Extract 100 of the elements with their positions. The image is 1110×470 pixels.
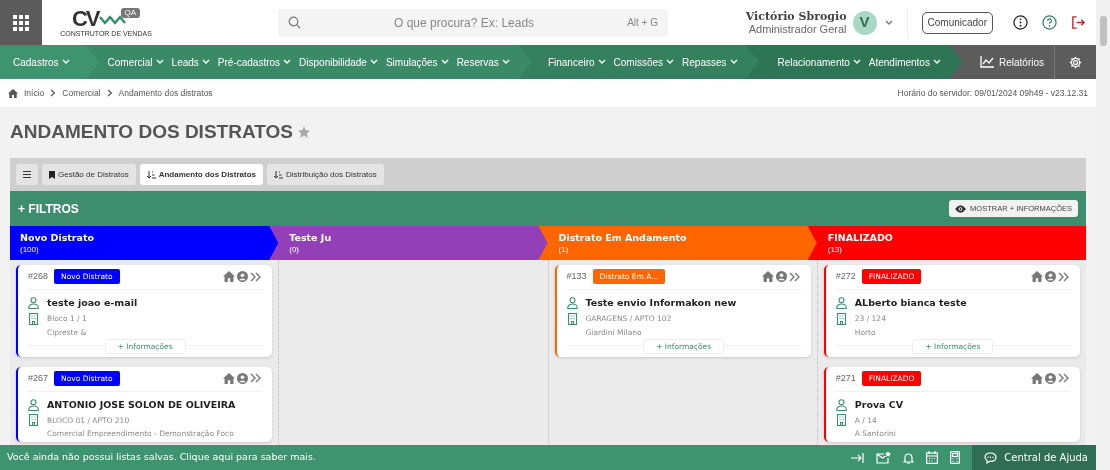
- column-count: (100): [20, 244, 40, 256]
- search-field[interactable]: O que procura? Ex: Leads Alt + G: [278, 8, 668, 37]
- search-icon: [288, 16, 301, 29]
- eye-icon: [955, 204, 967, 213]
- nav-menu-item[interactable]: Relacionamento: [777, 54, 861, 70]
- calculator-icon[interactable]: [950, 451, 961, 464]
- reports-link[interactable]: Relatórios: [969, 54, 1054, 70]
- building-icon: [28, 414, 39, 427]
- person-icon: [28, 297, 39, 310]
- chevron-down-icon: [852, 59, 861, 65]
- nav-menu-item[interactable]: Financeiro: [547, 54, 606, 70]
- double-chevron-icon[interactable]: [788, 271, 801, 282]
- tab[interactable]: Andamento dos Distratos: [139, 164, 264, 185]
- nav-menu-item[interactable]: Simulações: [385, 54, 449, 70]
- tab[interactable]: Gestão de Distratos: [42, 164, 136, 185]
- logo-text: CV: [71, 7, 99, 30]
- chevron-down-icon: [666, 59, 675, 65]
- nav-menu-item[interactable]: Pré-cadastros: [217, 54, 292, 70]
- breadcrumb-link[interactable]: Comercial: [62, 86, 101, 100]
- saved-lists-message[interactable]: Você ainda não possui listas salvas. Clique aqui para saber mais.: [0, 450, 316, 465]
- communicator-button[interactable]: Comunicador: [921, 11, 993, 34]
- arrow-to-line-icon[interactable]: [851, 452, 865, 463]
- settings-icon[interactable]: [1069, 55, 1082, 69]
- nav-menu-item[interactable]: Repasses: [682, 54, 738, 70]
- building-icon: [28, 312, 39, 325]
- nav-menu-item[interactable]: Leads: [171, 54, 210, 70]
- person-icon: [566, 297, 578, 310]
- chat-icon: [984, 451, 998, 464]
- column-count: (13): [827, 244, 843, 256]
- home-icon[interactable]: [1031, 372, 1043, 384]
- user-circle-icon[interactable]: [237, 271, 249, 283]
- card-number: #272: [835, 269, 856, 283]
- double-chevron-icon[interactable]: [1058, 271, 1070, 282]
- user-name: Victório Sbrogio: [745, 9, 847, 23]
- chevron-down-icon: [283, 59, 292, 65]
- filters-toggle[interactable]: + FILTROS: [18, 199, 79, 218]
- column-title: Novo Distrato: [20, 232, 95, 244]
- client-name: ANTONIO JOSE SOLON DE OLIVEIRA: [47, 398, 236, 412]
- column-count: (1): [558, 244, 570, 256]
- sort-icon: [146, 170, 156, 179]
- chevron-down-icon: [61, 59, 70, 65]
- shortcut-hint: Alt + G: [627, 16, 658, 30]
- user-role: Administrador Geral: [747, 22, 847, 36]
- info-icon[interactable]: [1013, 15, 1028, 30]
- home-icon: [8, 88, 18, 98]
- bell-icon[interactable]: [903, 451, 915, 464]
- mail-star-icon[interactable]: [876, 451, 892, 464]
- column-title: Teste Ju: [289, 232, 333, 244]
- card-number: #267: [28, 371, 49, 385]
- double-chevron-icon[interactable]: [250, 373, 263, 384]
- server-time: Horário do servidor: 09/01/2024 09h49 - v23.12.31: [897, 86, 1088, 100]
- client-name: ALberto bianca teste: [854, 296, 967, 311]
- tab[interactable]: Distribuição dos Distratos: [267, 164, 384, 185]
- home-icon[interactable]: [1031, 271, 1043, 283]
- calendar-icon[interactable]: [926, 451, 939, 464]
- nav-menu-item[interactable]: Comercial: [107, 54, 164, 70]
- card-number: #133: [566, 269, 587, 283]
- chevron-right-icon: [106, 89, 113, 97]
- logout-icon[interactable]: [1071, 15, 1086, 30]
- chevron-down-icon: [884, 19, 893, 26]
- user-circle-icon[interactable]: [237, 372, 249, 384]
- menu-button[interactable]: [16, 164, 38, 185]
- card-number: #268: [28, 269, 49, 283]
- breadcrumb-link[interactable]: Andamento dos distratos: [118, 86, 213, 100]
- chevron-right-icon: [50, 89, 57, 97]
- breadcrumb-link[interactable]: Início: [24, 86, 45, 100]
- person-icon: [835, 399, 847, 412]
- client-name: teste joao e-mail: [47, 296, 138, 311]
- search-input[interactable]: O que procura? Ex: Leads: [301, 8, 628, 37]
- double-chevron-icon[interactable]: [1058, 373, 1070, 384]
- chevron-down-icon: [369, 59, 378, 65]
- client-name: Prova CV: [854, 398, 904, 412]
- person-icon: [835, 297, 847, 310]
- column-title: Distrato Em Andamento: [558, 232, 688, 244]
- home-icon[interactable]: [223, 271, 236, 283]
- nav-menu-item[interactable]: Atendimentos: [868, 54, 941, 70]
- column-count: (0): [289, 244, 301, 256]
- column-title: FINALIZADO: [827, 232, 894, 244]
- home-icon[interactable]: [761, 271, 774, 283]
- building-icon: [835, 414, 847, 427]
- home-icon[interactable]: [223, 372, 236, 384]
- chevron-down-icon: [501, 59, 510, 65]
- star-icon[interactable]: [296, 125, 311, 139]
- user-avatar[interactable]: V: [852, 10, 877, 35]
- nav-menu-item[interactable]: Disponibilidade: [299, 54, 378, 70]
- help-icon[interactable]: [1042, 15, 1057, 30]
- user-circle-icon[interactable]: [1045, 271, 1056, 283]
- apps-menu-button[interactable]: [0, 0, 42, 45]
- grid-icon: [13, 14, 29, 31]
- nav-menu-item[interactable]: Comissões: [613, 54, 675, 70]
- nav-menu-item[interactable]: Reservas: [456, 54, 510, 70]
- client-name: Teste envio Informakon new: [585, 296, 737, 311]
- user-circle-icon[interactable]: [775, 271, 787, 283]
- chevron-down-icon: [597, 59, 606, 65]
- chevron-down-icon: [201, 59, 210, 65]
- user-circle-icon[interactable]: [1045, 372, 1056, 384]
- double-chevron-icon[interactable]: [250, 271, 263, 282]
- bookmark-icon: [49, 170, 55, 179]
- help-center-link[interactable]: Central de Ajuda: [972, 445, 1096, 470]
- menu-icon: [23, 171, 31, 178]
